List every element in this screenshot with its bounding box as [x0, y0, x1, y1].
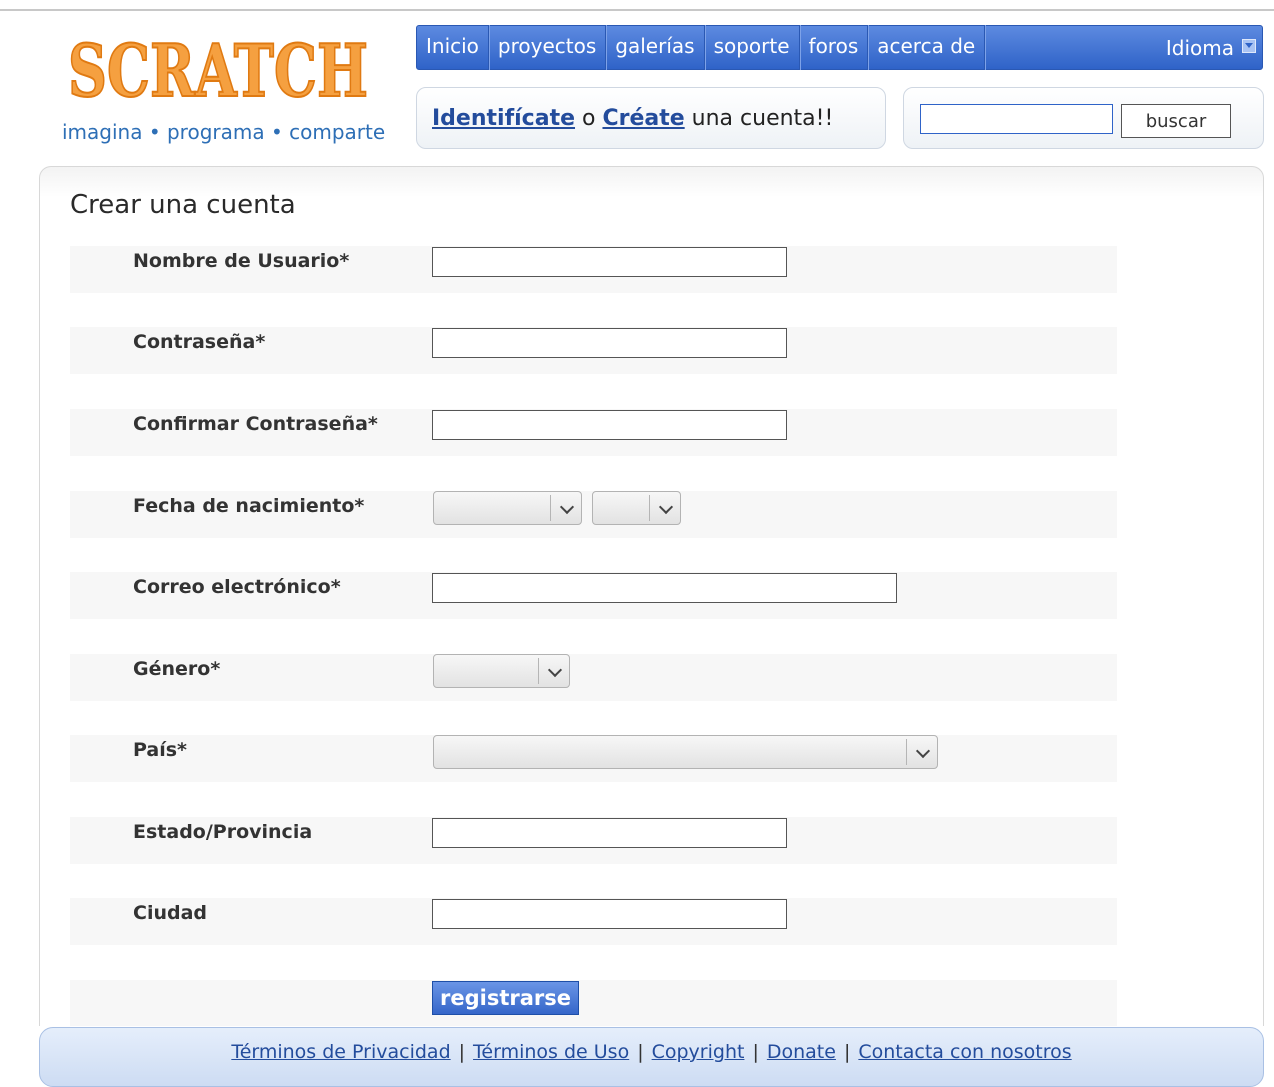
birth-year-select[interactable] [592, 491, 681, 525]
state-input[interactable] [432, 818, 787, 848]
form-row-password: Contraseña* [70, 327, 1117, 374]
signin-link[interactable]: Identifícate [432, 106, 575, 131]
form-row-country: País* [70, 735, 1117, 782]
select-divider [649, 495, 650, 521]
footer-link-terms[interactable]: Términos de Uso [473, 1041, 629, 1063]
dropdown-arrow-icon [1242, 38, 1256, 53]
search-box: buscar [903, 87, 1264, 149]
city-input[interactable] [432, 899, 787, 929]
state-label: Estado/Provincia [133, 821, 313, 843]
register-button[interactable]: registrarse [432, 981, 579, 1015]
username-label: Nombre de Usuario* [133, 250, 350, 272]
confirm-password-label: Confirmar Contraseña* [133, 413, 378, 435]
footer-separator: | [637, 1041, 644, 1063]
chevron-down-icon [559, 499, 575, 515]
footer-link-copyright[interactable]: Copyright [652, 1041, 745, 1063]
login-suffix: una cuenta!! [684, 106, 834, 131]
city-label: Ciudad [133, 902, 208, 924]
form-row-city: Ciudad [70, 898, 1117, 945]
language-menu[interactable]: Idioma [1166, 36, 1262, 60]
form-row-submit: registrarse [70, 980, 1117, 1026]
page-title: Crear una cuenta [70, 190, 296, 220]
top-divider [0, 9, 1274, 11]
search-button[interactable]: buscar [1121, 104, 1231, 138]
footer-separator: | [843, 1041, 851, 1063]
footer-link-privacy[interactable]: Términos de Privacidad [231, 1041, 450, 1063]
confirm-password-input[interactable] [432, 410, 787, 440]
footer-separator: | [752, 1041, 759, 1063]
login-connector: o [575, 106, 603, 131]
footer: Términos de Privacidad | Términos de Uso | C… [39, 1027, 1264, 1087]
nav-galerias[interactable]: galerías [606, 25, 705, 70]
password-input[interactable] [432, 328, 787, 358]
email-input[interactable] [432, 573, 897, 603]
country-select[interactable] [433, 735, 938, 769]
scratch-logo-graphic: SCRATCH [67, 28, 369, 113]
select-divider [906, 739, 907, 765]
footer-separator: | [458, 1041, 466, 1063]
tagline: imagina • programa • comparte [62, 120, 386, 144]
search-input[interactable] [920, 104, 1113, 134]
form-row-birthdate: Fecha de nacimiento* [70, 491, 1117, 538]
country-label: País* [133, 739, 187, 761]
form-row-confirm-password: Confirmar Contraseña* [70, 409, 1117, 456]
nav-foros[interactable]: foros [800, 25, 869, 70]
footer-link-contact[interactable]: Contacta con nosotros [858, 1041, 1071, 1063]
form-row-gender: Género* [70, 654, 1117, 701]
select-divider [538, 658, 539, 684]
form-row-state: Estado/Provincia [70, 817, 1117, 864]
birthdate-label: Fecha de nacimiento* [133, 495, 365, 517]
language-label: Idioma [1165, 35, 1234, 60]
chevron-down-icon [547, 662, 563, 678]
chevron-down-icon [658, 499, 674, 515]
gender-label: Género* [133, 658, 221, 680]
logo-text: SCRATCH [68, 28, 368, 113]
nav-proyectos[interactable]: proyectos [489, 25, 607, 70]
gender-select[interactable] [433, 654, 570, 688]
email-label: Correo electrónico* [133, 576, 341, 598]
form-row-username: Nombre de Usuario* [70, 246, 1117, 293]
birth-month-select[interactable] [433, 491, 582, 525]
nav-acerca-de[interactable]: acerca de [868, 25, 986, 70]
main-nav: Inicio proyectos galerías soporte foros … [416, 25, 1263, 70]
username-input[interactable] [432, 247, 787, 277]
password-label: Contraseña* [133, 331, 266, 353]
chevron-down-icon [915, 743, 931, 759]
nav-inicio[interactable]: Inicio [417, 25, 489, 70]
footer-link-donate[interactable]: Donate [767, 1041, 836, 1063]
scratch-logo[interactable]: SCRATCH [62, 28, 382, 113]
create-account-link[interactable]: Créate [602, 106, 684, 131]
form-row-email: Correo electrónico* [70, 572, 1117, 619]
select-divider [550, 495, 551, 521]
login-box: Identifícate o Créate una cuenta!! [416, 87, 886, 149]
nav-soporte[interactable]: soporte [705, 25, 800, 70]
